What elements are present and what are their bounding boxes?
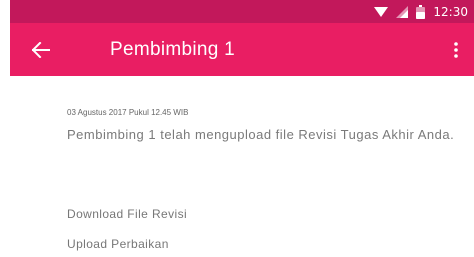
signal-icon: [396, 6, 409, 18]
download-revision-button[interactable]: Download File Revisi: [67, 206, 187, 222]
more-vert-icon: [454, 42, 458, 58]
status-time: 12:30: [433, 5, 468, 19]
app-bar: Pembimbing 1: [10, 23, 474, 76]
upload-revision-button[interactable]: Upload Perbaikan: [67, 236, 169, 252]
page-title: Pembimbing 1: [110, 39, 236, 60]
battery-icon: [416, 5, 426, 19]
status-bar: 12:30: [10, 0, 474, 23]
back-button[interactable]: [28, 37, 54, 63]
notification-date: 03 Agustus 2017 Pukul 12.45 WIB: [67, 108, 189, 117]
notification-detail-screen: 12:30 Pembimbing 1 03 Agustus 2017 Pukul…: [0, 0, 474, 257]
back-arrow-icon: [32, 42, 50, 58]
notification-message: Pembimbing 1 telah mengupload file Revis…: [67, 127, 455, 142]
overflow-menu-button[interactable]: [448, 37, 464, 63]
wifi-icon: [374, 6, 389, 18]
status-icons: 12:30: [374, 4, 468, 20]
